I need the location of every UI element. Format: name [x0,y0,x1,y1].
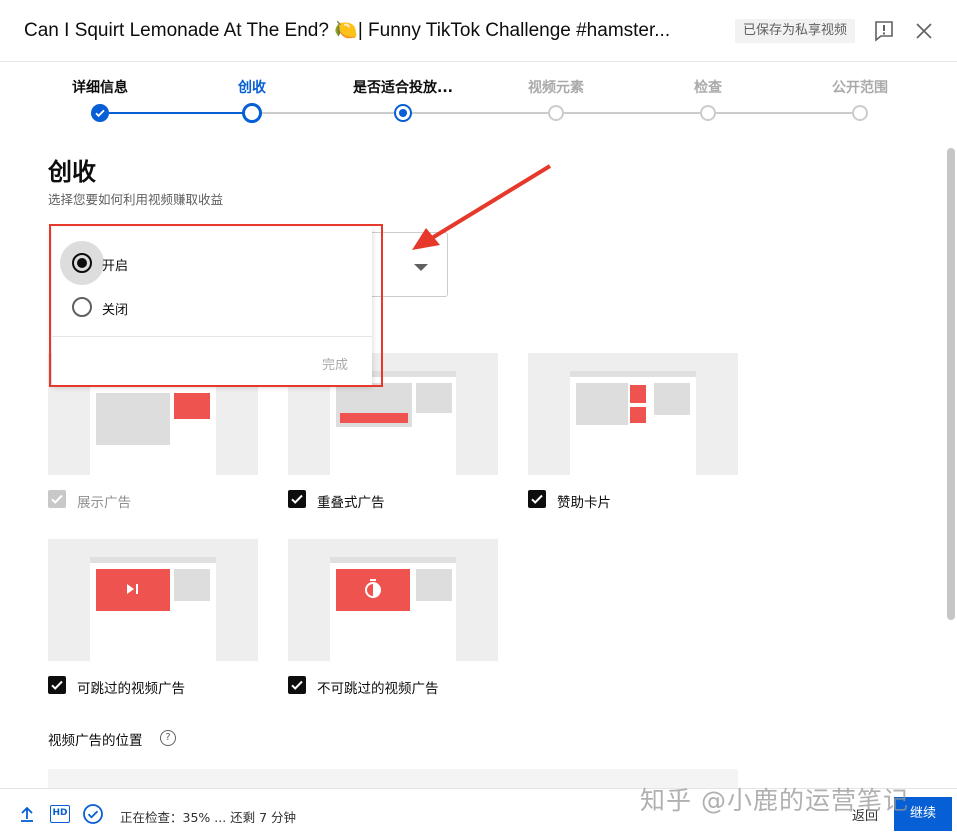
upload-icon[interactable] [18,805,36,823]
check-status-text: 正在检查：35% ... 还剩 7 分钟 [120,810,297,825]
annotation-arrow-icon [412,164,552,250]
check-circle-icon [83,804,103,824]
watermark-text: 知乎 @小鹿的运营笔记 [640,786,909,815]
upload-dialog: Can I Squirt Lemonade At The End? 🍋| Fun… [0,0,957,837]
hd-icon: HD [50,805,70,823]
